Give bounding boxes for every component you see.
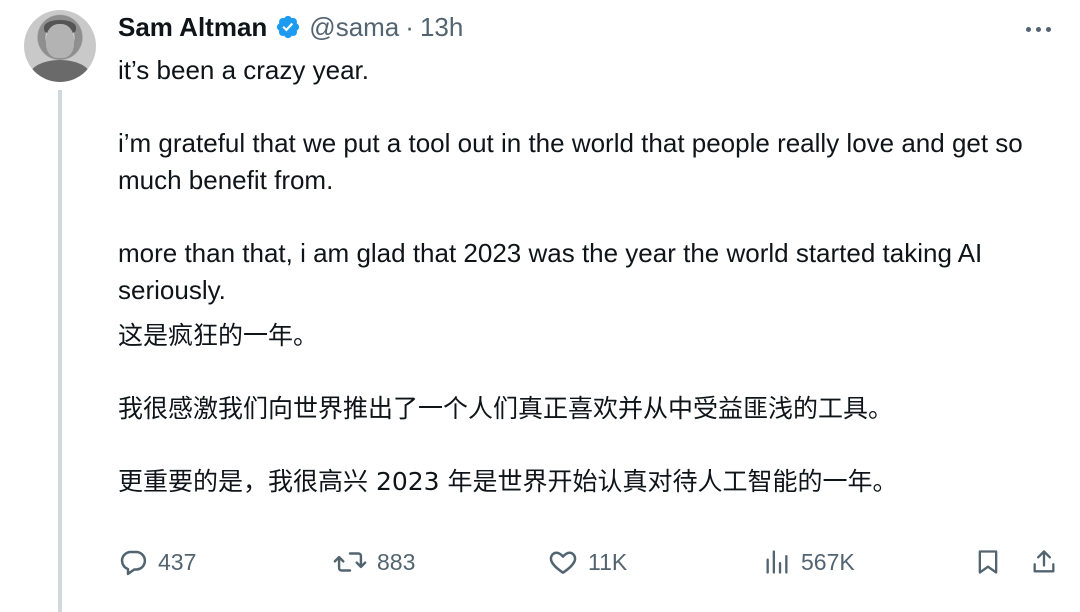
reply-count: 437: [158, 548, 197, 575]
avatar-shirt: [30, 60, 90, 82]
tweet-paragraph: it’s been a crazy year.: [118, 55, 369, 85]
tweet-paragraph-chinese: 更重要的是，我很高兴 2023 年是世界开始认真对待人工智能的一年。: [118, 467, 898, 496]
repost-count: 883: [377, 548, 416, 575]
views-icon: [766, 550, 788, 574]
avatar-face: [46, 24, 74, 58]
thread-line: [58, 90, 62, 612]
views-button[interactable]: 567K: [763, 542, 855, 582]
more-icon[interactable]: [1018, 14, 1058, 44]
more-dot: [1045, 26, 1051, 32]
share-icon: [1033, 550, 1055, 573]
reply-icon: [120, 550, 147, 576]
tweet-paragraph: i’m grateful that we put a tool out in t…: [118, 128, 1023, 195]
action-bar: 437 883 11K 567K: [118, 542, 1068, 582]
like-count: 11K: [588, 548, 628, 575]
more-dot: [1025, 26, 1031, 32]
views-count: 567K: [801, 548, 855, 575]
tweet-header: Sam Altman @sama · 13h: [118, 10, 463, 44]
header-separator: ·: [405, 11, 414, 42]
reply-button[interactable]: 437: [118, 542, 196, 582]
more-dot: [1035, 26, 1041, 32]
tweet-paragraph-chinese: 这是疯狂的一年。: [118, 321, 319, 350]
like-button[interactable]: 11K: [548, 542, 627, 582]
tweet-paragraph-chinese: 我很感激我们向世界推出了一个人们真正喜欢并从中受益匪浅的工具。: [118, 394, 894, 423]
bookmark-button[interactable]: [974, 542, 1002, 582]
author-display-name[interactable]: Sam Altman: [118, 12, 267, 43]
heart-icon: [549, 551, 577, 574]
bookmark-icon: [978, 550, 998, 574]
tweet-paragraph: more than that, i am glad that 2023 was …: [118, 238, 983, 305]
repost-button[interactable]: 883: [333, 542, 415, 582]
repost-icon: [333, 552, 367, 572]
avatar[interactable]: [24, 10, 96, 82]
author-handle[interactable]: @sama: [309, 12, 399, 43]
verified-badge-icon[interactable]: [275, 14, 301, 40]
tweet: Sam Altman @sama · 13h it’s been a crazy…: [0, 0, 1080, 612]
tweet-timestamp[interactable]: 13h: [420, 12, 463, 43]
verified-badge-svg: [277, 15, 300, 39]
tweet-text: it’s been a crazy year. i’m grateful tha…: [118, 52, 1048, 500]
share-button[interactable]: [1030, 542, 1058, 582]
